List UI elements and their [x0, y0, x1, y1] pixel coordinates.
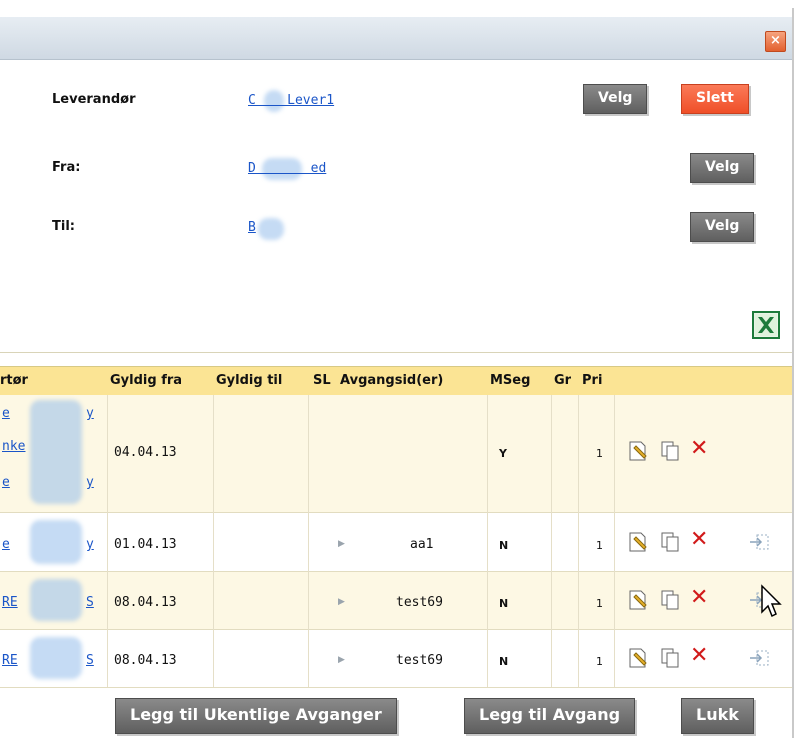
close-button[interactable]: × [765, 31, 786, 52]
pri-cell: 1 [596, 655, 603, 668]
table-top-border [0, 352, 792, 353]
leverandor-slett-button[interactable]: Slett [681, 84, 749, 114]
mseg-cell: N [499, 597, 509, 610]
mseg-cell: N [499, 539, 509, 552]
header-sl: SL [313, 373, 331, 388]
edit-icon[interactable] [627, 531, 649, 553]
copy-icon[interactable] [659, 589, 681, 611]
column-separator [487, 395, 488, 687]
redaction-blur [30, 520, 82, 564]
copy-icon[interactable] [659, 440, 681, 462]
operator-link-suffix[interactable]: y [86, 406, 94, 421]
expand-arrow-icon[interactable]: ▶ [338, 655, 345, 665]
dialog-titlebar: × [0, 17, 792, 60]
til-link[interactable]: B [248, 220, 256, 235]
mseg-cell: Y [499, 447, 507, 460]
excel-export-icon[interactable] [752, 311, 780, 339]
copy-icon[interactable] [659, 647, 681, 669]
avgang-cell: test69 [396, 653, 443, 668]
header-gr: Gr [554, 373, 572, 388]
mseg-cell: N [499, 655, 509, 668]
til-label: Til: [52, 219, 75, 234]
header-gyldig-fra: Gyldig fra [110, 373, 183, 388]
column-separator [308, 395, 309, 687]
move-icon[interactable] [748, 647, 770, 669]
til-velg-button[interactable]: Velg [690, 212, 755, 242]
operator-link[interactable]: RE [2, 595, 18, 610]
gyldig-fra-cell: 08.04.13 [114, 595, 177, 610]
leverandor-link[interactable]: C Lever1 [248, 93, 334, 108]
operator-link-suffix[interactable]: S [86, 653, 94, 668]
column-separator [614, 395, 615, 687]
column-separator [578, 395, 579, 687]
redaction-blur [30, 579, 82, 621]
leverandor-label: Leverandør [52, 92, 136, 107]
edit-icon[interactable] [627, 647, 649, 669]
fra-label: Fra: [52, 160, 81, 175]
operator-link[interactable]: e [2, 537, 10, 552]
copy-icon[interactable] [659, 531, 681, 553]
operator-link-suffix[interactable]: S [86, 595, 94, 610]
header-pri: Pri [582, 373, 603, 388]
delete-icon[interactable]: ✕ [690, 438, 708, 460]
expand-arrow-icon[interactable]: ▶ [338, 597, 345, 607]
header-gyldig-til: Gyldig til [216, 373, 283, 388]
fra-velg-button[interactable]: Velg [690, 153, 755, 183]
gyldig-fra-cell: 08.04.13 [114, 653, 177, 668]
header-avgangsider: Avgangsid(er) [340, 373, 444, 388]
close-dialog-button[interactable]: Lukk [681, 698, 754, 734]
edit-icon[interactable] [627, 589, 649, 611]
fra-link[interactable]: D ed [248, 161, 326, 176]
pri-cell: 1 [596, 539, 603, 552]
expand-arrow-icon[interactable]: ▶ [338, 539, 345, 549]
pri-cell: 1 [596, 447, 603, 460]
redaction-blur [30, 637, 82, 679]
redaction-blur [258, 218, 284, 240]
delete-icon[interactable]: ✕ [690, 645, 708, 667]
pri-cell: 1 [596, 597, 603, 610]
operator-link[interactable]: nke [2, 439, 25, 454]
operator-link-suffix[interactable]: y [86, 475, 94, 490]
leverandor-velg-button[interactable]: Velg [583, 84, 648, 114]
gyldig-fra-cell: 04.04.13 [114, 445, 177, 460]
redaction-blur [30, 400, 82, 504]
avgang-cell: aa1 [410, 537, 434, 552]
operator-link-suffix[interactable]: y [86, 537, 94, 552]
header-operator: rtør [0, 373, 28, 388]
edit-icon[interactable] [627, 440, 649, 462]
operator-link[interactable]: RE [2, 653, 18, 668]
operator-link[interactable]: e [2, 406, 10, 421]
column-separator [213, 395, 214, 687]
avgang-cell: test69 [396, 595, 443, 610]
operator-link[interactable]: e [2, 475, 10, 490]
add-weekly-departures-button[interactable]: Legg til Ukentlige Avganger [115, 698, 397, 734]
delete-icon[interactable]: ✕ [690, 529, 708, 551]
delete-icon[interactable]: ✕ [690, 587, 708, 609]
gyldig-fra-cell: 01.04.13 [114, 537, 177, 552]
column-separator [551, 395, 552, 687]
mouse-cursor-icon [761, 584, 782, 618]
add-departure-button[interactable]: Legg til Avgang [464, 698, 636, 734]
move-icon[interactable] [748, 531, 770, 553]
column-separator [107, 395, 108, 687]
header-mseg: MSeg [490, 373, 531, 388]
